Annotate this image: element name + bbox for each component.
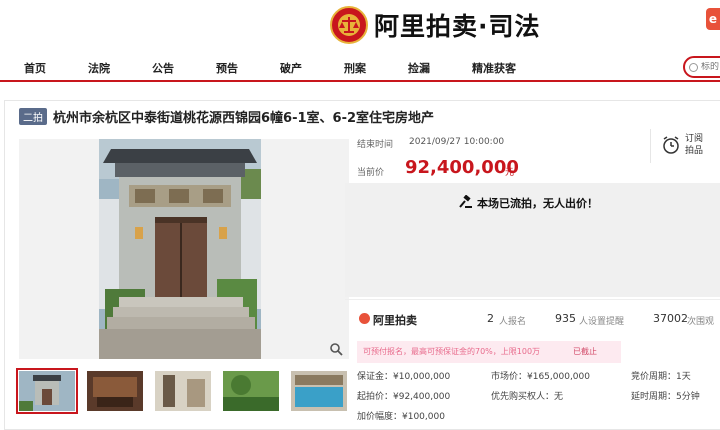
market-price: 市场价：¥165,000,000: [491, 372, 590, 382]
nav-item-announcement[interactable]: 公告: [152, 60, 174, 76]
current-price-label: 当前价: [357, 168, 385, 178]
thumbnail-3[interactable]: [155, 371, 211, 411]
alarm-clock-icon: [663, 136, 679, 154]
priority-buyer: 优先购买权人：无: [491, 392, 564, 402]
reminder-label: 人设置提醒: [579, 317, 625, 327]
nav-item-precise-customer[interactable]: 精准获客: [472, 60, 516, 76]
bid-increment: 加价幅度：¥100,000: [357, 412, 445, 422]
reminder-count: 935: [555, 312, 576, 325]
zoom-icon[interactable]: [329, 341, 343, 360]
prepay-notice: 可预付报名，最高可预保证金的70%，上限100万 已截止: [357, 341, 621, 363]
nav-item-court[interactable]: 法院: [88, 60, 110, 76]
search-icon: [689, 62, 698, 72]
subscribe-reminder-button[interactable]: 订阅拍品: [650, 129, 720, 163]
auction-status-text: 本场已流拍，无人出价！: [477, 197, 598, 210]
corner-badge[interactable]: e: [706, 8, 720, 30]
thumbnail-4[interactable]: [223, 371, 279, 411]
signup-count: 2: [487, 312, 494, 325]
view-count: 37002: [653, 312, 688, 325]
nav-item-bankruptcy[interactable]: 破产: [280, 60, 302, 76]
price-unit: 元: [505, 168, 515, 178]
ali-auction-logo-icon: [359, 313, 370, 324]
stats-row: 阿里拍卖 2 人报名 935 人设置提醒 37002 次围观: [345, 299, 720, 339]
subscribe-label: 订阅拍品: [685, 134, 704, 156]
nav-item-preview[interactable]: 预告: [216, 60, 238, 76]
search-box[interactable]: [683, 56, 720, 78]
item-title: 杭州市余杭区中泰街道桃花源西锦园6幢6-1室、6-2室住宅房地产: [53, 111, 435, 126]
signup-label: 人报名: [499, 317, 527, 327]
delay-cycle: 延时周期：5分钟: [631, 392, 700, 402]
deposit: 保证金：¥10,000,000: [357, 372, 451, 382]
end-time-value: 2021/09/27 10:00:00: [409, 137, 505, 147]
thumbnail-5[interactable]: [291, 371, 347, 411]
title-row: 二拍 杭州市余杭区中泰街道桃花源西锦园6幢6-1室、6-2室住宅房地产: [19, 107, 434, 126]
search-input[interactable]: [701, 62, 720, 72]
thumbnail-2[interactable]: [87, 371, 143, 411]
logo-text: 阿里拍卖·司法: [374, 12, 541, 41]
court-emblem-icon: [330, 6, 368, 44]
notice-closed-tag: 已截止: [573, 347, 597, 356]
nav-item-criminal[interactable]: 刑案: [344, 60, 366, 76]
end-time-label: 结束时间: [357, 140, 394, 150]
nav-item-bargain[interactable]: 捡漏: [408, 60, 430, 76]
bidding-cycle: 竞价周期：1天: [631, 372, 691, 382]
nav-item-home[interactable]: 首页: [24, 60, 46, 76]
thumbnail-1[interactable]: [16, 368, 78, 414]
site-logo[interactable]: 阿里拍卖·司法: [330, 6, 541, 44]
starting-price: 起拍价：¥92,400,000: [357, 392, 451, 402]
gavel-icon: [459, 195, 472, 208]
main-nav: 首页 法院 公告 预告 破产 刑案 捡漏 精准获客: [0, 52, 720, 82]
current-price: 92,400,000: [405, 157, 519, 178]
auction-item-card: 二拍 杭州市余杭区中泰街道桃花源西锦园6幢6-1室、6-2室住宅房地产 结束时间…: [4, 100, 720, 430]
view-label: 次围观: [687, 317, 715, 327]
brand-name: 阿里拍卖: [373, 314, 417, 327]
prepay-notice-text: 可预付报名，最高可预保证金的70%，上限100万: [363, 347, 541, 356]
main-photo[interactable]: [19, 139, 349, 359]
round-badge: 二拍: [19, 108, 47, 125]
site-header: 阿里拍卖·司法 e: [0, 0, 720, 52]
auction-status-box: 本场已流拍，无人出价！: [345, 183, 720, 297]
